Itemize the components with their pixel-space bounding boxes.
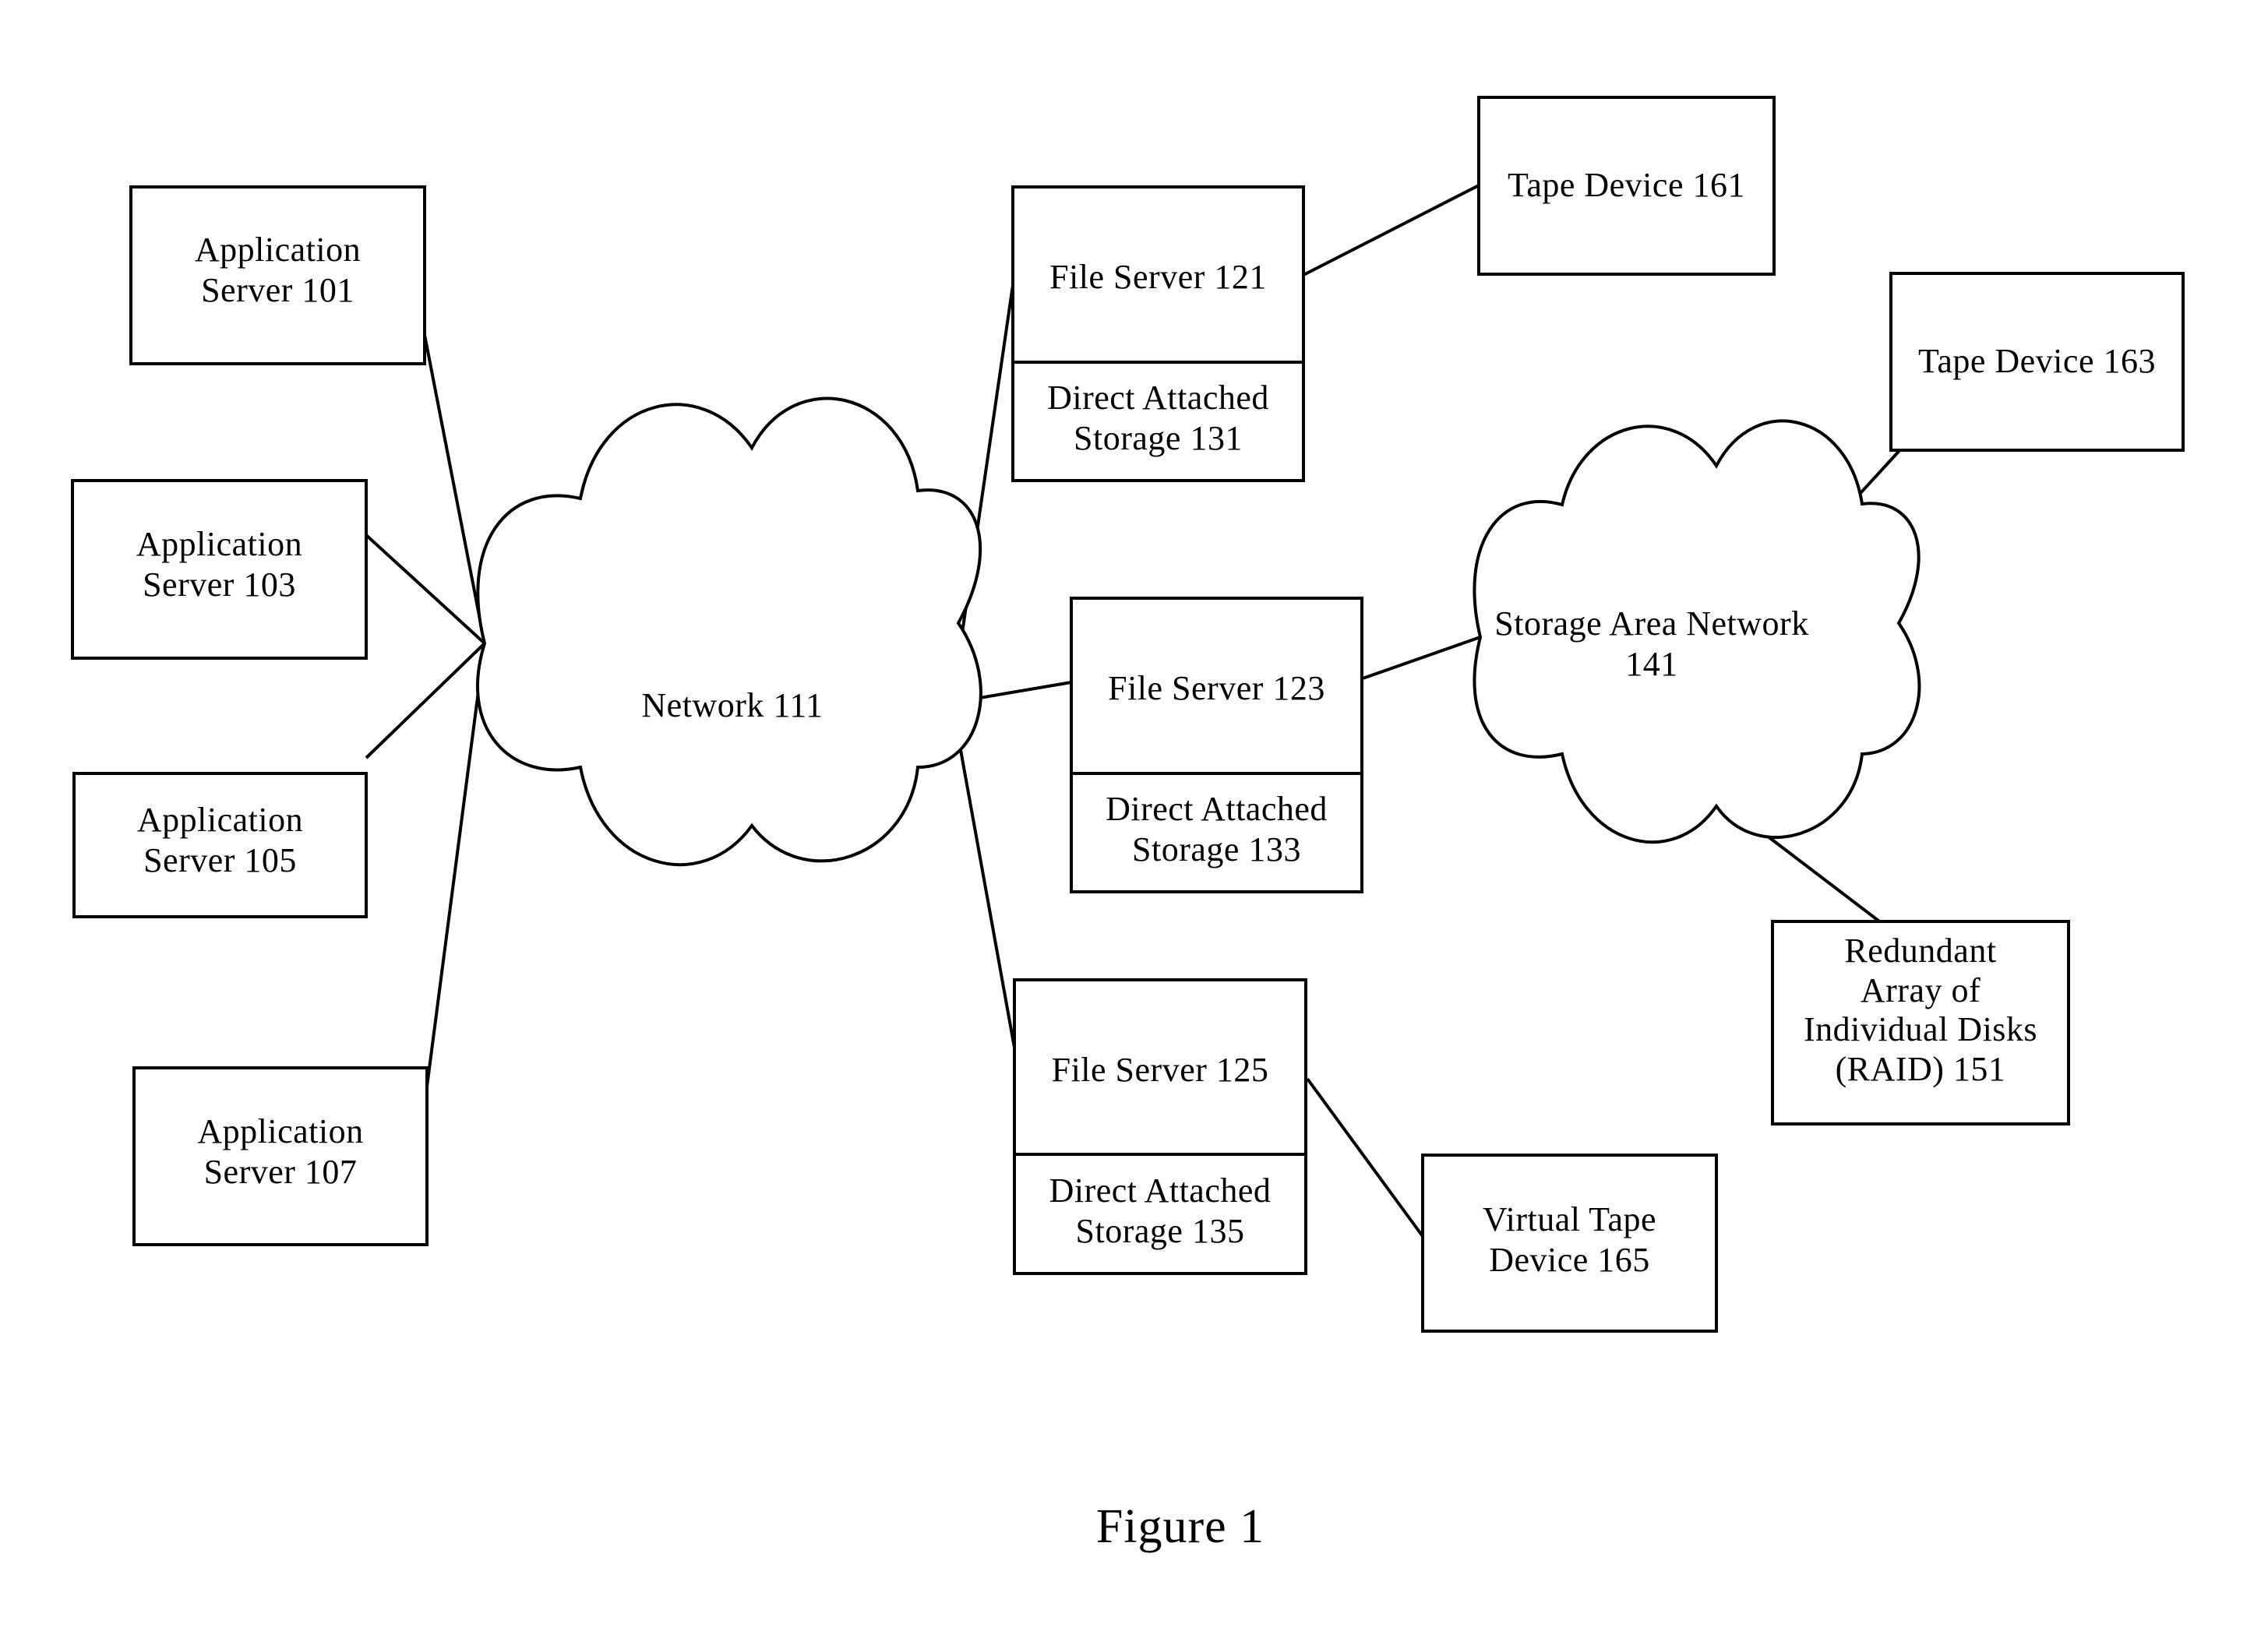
edge-network111-fileserver125 xyxy=(951,702,1016,1048)
virtual-tape-device-165-box[interactable] xyxy=(1421,1154,1718,1333)
file-server-123-box[interactable] xyxy=(1070,597,1363,775)
application-server-105-box[interactable] xyxy=(72,772,368,918)
figure-caption: Figure 1 xyxy=(1095,1500,1265,1553)
edge-app105-network111 xyxy=(365,642,486,759)
tape-device-163-box[interactable] xyxy=(1889,272,2185,452)
figure-canvas: Application Server 101 Application Serve… xyxy=(0,0,2268,1631)
raid-151-box[interactable] xyxy=(1771,920,2070,1125)
direct-attached-storage-131-box[interactable] xyxy=(1011,361,1305,482)
application-server-101-box[interactable] xyxy=(129,185,426,365)
edge-fileserver123-san141 xyxy=(1362,636,1481,680)
application-server-107-box[interactable] xyxy=(132,1066,429,1246)
tape-device-161-box[interactable] xyxy=(1477,96,1776,276)
direct-attached-storage-135-box[interactable] xyxy=(1013,1153,1307,1275)
diagram-svg xyxy=(71,96,2185,1333)
network-cloud-shape xyxy=(476,396,982,866)
direct-attached-storage-133-box[interactable] xyxy=(1070,772,1363,893)
edge-fileserver121-tape161 xyxy=(1303,184,1480,277)
application-server-103-box[interactable] xyxy=(71,479,368,660)
san-cloud-shape xyxy=(1473,419,1921,844)
file-server-121-box[interactable] xyxy=(1011,185,1305,364)
edge-app107-network111 xyxy=(425,643,486,1087)
edge-fileserver125-virtualtape165 xyxy=(1306,1077,1426,1240)
file-server-125-box[interactable] xyxy=(1013,978,1307,1156)
